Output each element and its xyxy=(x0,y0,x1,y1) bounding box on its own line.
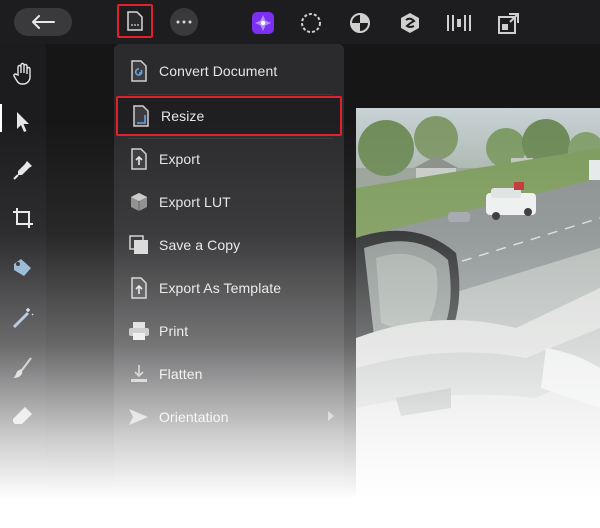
pixel-persona-button[interactable] xyxy=(496,10,522,36)
menu-item-label: Export xyxy=(159,151,201,167)
export-icon xyxy=(128,148,150,170)
paint-brush-tool[interactable] xyxy=(9,354,37,382)
print-icon xyxy=(128,320,150,342)
menu-item-export-as-template[interactable]: Export As Template xyxy=(114,268,344,308)
flood-select-icon xyxy=(12,308,34,329)
move-tool[interactable] xyxy=(9,108,37,136)
convert-document-icon xyxy=(128,60,150,82)
menu-divider xyxy=(128,94,333,95)
menu-item-export[interactable]: Export xyxy=(114,139,344,179)
menu-item-label: Export LUT xyxy=(159,194,231,210)
back-button[interactable] xyxy=(14,8,72,36)
active-tool-indicator xyxy=(0,104,2,132)
liquify-persona-icon xyxy=(301,13,321,33)
menu-item-label: Resize xyxy=(161,108,205,124)
flood-select-tool[interactable] xyxy=(9,304,37,332)
document-menu: Convert Document Resize Export Export LU… xyxy=(114,44,344,484)
hand-icon xyxy=(13,62,31,85)
menu-item-flatten[interactable]: Flatten xyxy=(114,354,344,394)
menu-item-orientation[interactable]: Orientation xyxy=(114,397,344,437)
pixel-persona-icon xyxy=(498,13,519,34)
resize-icon xyxy=(130,105,152,127)
arrow-left-icon xyxy=(32,15,55,29)
menu-item-label: Orientation xyxy=(159,409,229,425)
app-window: Convert Document Resize Export Export LU… xyxy=(0,0,600,528)
submenu-arrow-icon xyxy=(328,411,334,421)
menu-item-convert-document[interactable]: Convert Document xyxy=(114,51,344,91)
liquify-persona-button[interactable] xyxy=(298,10,324,36)
export-lut-icon xyxy=(128,191,150,213)
canvas-image xyxy=(356,108,600,528)
export-template-icon xyxy=(128,277,150,299)
color-picker-icon xyxy=(13,161,32,180)
selection-brush-icon xyxy=(14,259,31,276)
crop-tool[interactable] xyxy=(9,204,37,232)
tone-mapping-persona-button[interactable] xyxy=(397,10,423,36)
canvas-photo[interactable] xyxy=(356,108,600,528)
export-persona-icon xyxy=(447,15,471,31)
tools-panel xyxy=(0,44,46,528)
export-persona-button[interactable] xyxy=(446,10,472,36)
hand-tool[interactable] xyxy=(9,60,37,88)
menu-item-label: Export As Template xyxy=(159,280,282,296)
menu-item-label: Print xyxy=(159,323,189,339)
menu-item-export-lut[interactable]: Export LUT xyxy=(114,182,344,222)
menu-item-save-a-copy[interactable]: Save a Copy xyxy=(114,225,344,265)
document-menu-button[interactable] xyxy=(117,4,153,38)
save-copy-icon xyxy=(128,234,150,256)
photo-persona-icon xyxy=(252,12,274,34)
develop-persona-button[interactable] xyxy=(347,10,373,36)
flatten-icon xyxy=(128,363,150,385)
paint-brush-icon xyxy=(13,357,32,378)
eraser-tool[interactable] xyxy=(9,402,37,430)
color-picker-tool[interactable] xyxy=(9,156,37,184)
menu-item-label: Flatten xyxy=(159,366,203,382)
menu-item-label: Convert Document xyxy=(159,63,278,79)
photo-persona-button[interactable] xyxy=(250,10,276,36)
top-toolbar xyxy=(0,0,600,44)
ellipsis-icon xyxy=(176,20,192,24)
menu-item-resize[interactable]: Resize xyxy=(116,96,342,136)
eraser-icon xyxy=(13,407,32,424)
move-icon xyxy=(17,112,29,132)
develop-persona-icon xyxy=(350,13,370,33)
more-button[interactable] xyxy=(170,8,198,36)
selection-brush-tool[interactable] xyxy=(9,254,37,282)
crop-icon xyxy=(13,208,33,228)
menu-item-label: Save a Copy xyxy=(159,237,241,253)
orientation-icon xyxy=(128,406,150,428)
tone-mapping-persona-icon xyxy=(401,13,419,33)
document-icon xyxy=(127,11,143,31)
menu-item-print[interactable]: Print xyxy=(114,311,344,351)
